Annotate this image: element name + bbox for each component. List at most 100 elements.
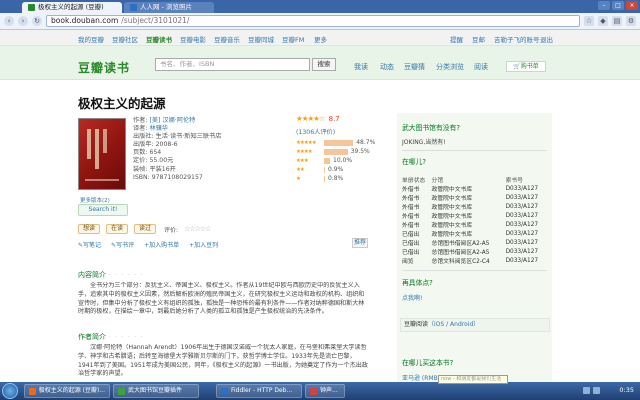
mnav-updates[interactable]: 动态: [380, 62, 394, 72]
wrench-icon[interactable]: ⚙: [626, 16, 636, 26]
rating-pct: 39.5%: [350, 148, 370, 155]
reload-icon[interactable]: ↻: [32, 16, 42, 26]
mnav-guess[interactable]: 豆瓣猜: [404, 62, 425, 72]
url-host: book.douban.com: [51, 16, 119, 25]
book-cover[interactable]: [78, 118, 126, 190]
star-icon[interactable]: ☆: [584, 16, 594, 26]
forward-icon[interactable]: ›: [18, 16, 28, 26]
nav-music[interactable]: 豆瓣音乐: [214, 34, 240, 44]
search-button[interactable]: 搜索: [312, 58, 336, 71]
minimize-icon[interactable]: –: [598, 1, 610, 10]
mobile-reading-banner[interactable]: 豆瓣阅读（iOS / Android）: [400, 318, 550, 332]
browser-icon: [29, 387, 36, 395]
table-row: 外借书 政管院中文书库 D033/A127: [402, 184, 547, 194]
rating-stars-icon: ★★★★☆: [296, 114, 326, 123]
clock[interactable]: 0:35: [619, 386, 634, 394]
rating-row: ★ 0.8%: [296, 174, 375, 183]
tab-renren[interactable]: 人人网 - 浏览照片: [124, 2, 214, 13]
holding-callno: D033/A127: [505, 221, 539, 228]
table-header: 单册状态 分馆 索书号: [402, 178, 523, 184]
rating-votes[interactable]: (1306人评价): [296, 127, 335, 136]
sidebar-divider: [402, 270, 547, 271]
rating-row-stars: ★★★★: [296, 148, 313, 155]
rating-score: 8.7: [328, 115, 340, 123]
more-versions-link[interactable]: 更多版本(2): [80, 196, 110, 204]
nav-my-douban[interactable]: 我的豆瓣: [78, 34, 104, 44]
holding-status: 已借出: [402, 232, 420, 238]
recommend-button[interactable]: 推荐: [352, 238, 368, 248]
detail-heading: 再具体点?: [402, 279, 433, 287]
author-link[interactable]: [美] 汉娜·阿伦特: [149, 117, 195, 124]
task-fiddler[interactable]: Fiddler - HTTP Deb...: [216, 384, 302, 398]
nav-remind[interactable]: 提醒: [450, 34, 463, 44]
renren-favicon-icon: [130, 4, 137, 11]
holding-status: 外借书: [402, 223, 420, 229]
rating-row: ★★ 0.9%: [296, 165, 375, 174]
reading-button[interactable]: 在读: [106, 224, 129, 234]
sidebar-divider: [402, 150, 547, 151]
nav-book[interactable]: 豆瓣读书: [146, 34, 172, 44]
read-button[interactable]: 读过: [134, 224, 157, 234]
tab-douban-book[interactable]: 极权主义的起源 (豆瓣): [22, 2, 122, 13]
douban-book-logo[interactable]: 豆瓣读书: [78, 59, 130, 76]
table-row: 外借书 政管院中文书库 D033/A127: [402, 193, 547, 203]
want-button[interactable]: 想读: [78, 224, 101, 234]
rating-pct: 10.0%: [333, 157, 353, 164]
nav-doumail[interactable]: 豆邮: [472, 34, 485, 44]
add-cart-link[interactable]: +加入购书单: [144, 240, 179, 249]
search-it-button[interactable]: Search it!: [78, 204, 128, 216]
holding-callno: D033/A127: [505, 239, 539, 246]
fiddler-icon: [221, 387, 228, 395]
nav-community[interactable]: 豆瓣社区: [112, 34, 138, 44]
rating-row: ★★★ 10.0%: [296, 156, 375, 165]
start-button[interactable]: [2, 383, 18, 399]
back-icon[interactable]: ‹: [4, 16, 14, 26]
url-input[interactable]: book.douban.com/subject/3101021/: [46, 15, 580, 27]
page-title: 极权主义的起源: [78, 96, 166, 111]
where-heading: 在哪儿?: [402, 158, 426, 166]
page-menu-icon[interactable]: ▤: [612, 16, 622, 26]
holding-branch: 政管院中文书库: [431, 223, 473, 229]
network-icon[interactable]: [593, 387, 600, 394]
library-heading: 武大图书馆有没有?: [402, 124, 460, 132]
task-browser[interactable]: 极权主义的起源 (豆瓣)...: [24, 384, 110, 398]
cart-label: 购书单: [520, 63, 539, 70]
mnav-browse[interactable]: 分类浏览: [436, 62, 464, 72]
nav-more[interactable]: 更多: [314, 34, 327, 44]
nav-logout[interactable]: 退出: [540, 34, 553, 44]
add-doulist-link[interactable]: +加入豆列: [189, 240, 218, 249]
nav-movie[interactable]: 豆瓣电影: [180, 34, 206, 44]
rating-bar: [324, 175, 325, 182]
write-note-link[interactable]: ✎写笔记: [78, 240, 101, 249]
task-plugin[interactable]: 武大图书馆豆瓣插件: [113, 384, 199, 398]
table-row: 已借出 政管院中文书库 D033/A127: [402, 229, 547, 239]
masthead: 豆瓣读书 书名、作者、ISBN 搜索 我读 动态 豆瓣猜 分类浏览 阅读 🛒购书…: [0, 46, 640, 80]
rate-stars-input[interactable]: ☆☆☆☆☆: [184, 225, 211, 233]
table-row: 外借书 政管院中文书库 D033/A127: [402, 220, 547, 230]
holding-callno: D033/A127: [505, 248, 539, 255]
holding-status: 外借书: [402, 196, 420, 202]
nav-account[interactable]: 吉勒子飞的账号: [494, 34, 540, 44]
author-intro-text: 汉娜·阿伦特（Hannah Arendt）1906年出生于德国汉诺威一个犹太人家…: [78, 344, 368, 378]
nav-location[interactable]: 豆瓣同城: [248, 34, 274, 44]
cart-button[interactable]: 🛒购书单: [506, 61, 546, 72]
translator-link[interactable]: 林骧华: [149, 125, 168, 132]
maximize-icon[interactable]: □: [612, 1, 624, 10]
holding-branch: 政管院中文书库: [431, 232, 473, 238]
collect-buttons: 想读 在读 读过 评价: ☆☆☆☆☆: [78, 224, 211, 234]
mnav-read[interactable]: 阅读: [474, 62, 488, 72]
rating-bar: [324, 139, 354, 146]
close-icon[interactable]: ×: [626, 1, 638, 10]
nav-fm[interactable]: 豆瓣FM: [282, 34, 304, 44]
write-review-link[interactable]: ✎写书评: [111, 240, 134, 249]
mnav-mine[interactable]: 我读: [354, 62, 368, 72]
holding-branch: 政管院中文书库: [431, 187, 473, 193]
taskbar: 极权主义的起源 (豆瓣)... 武大图书馆豆瓣插件 Fiddler - HTTP…: [0, 382, 640, 400]
detail-link[interactable]: 点我啊!: [402, 293, 422, 302]
volume-icon[interactable]: [583, 387, 590, 394]
cart-icon: 🛒: [513, 63, 521, 70]
task-other[interactable]: 钟声...: [305, 384, 345, 398]
search-input[interactable]: 书名、作者、ISBN: [155, 58, 310, 71]
translator-label: 译者:: [133, 125, 148, 133]
extension-icon[interactable]: ◆: [598, 16, 608, 26]
